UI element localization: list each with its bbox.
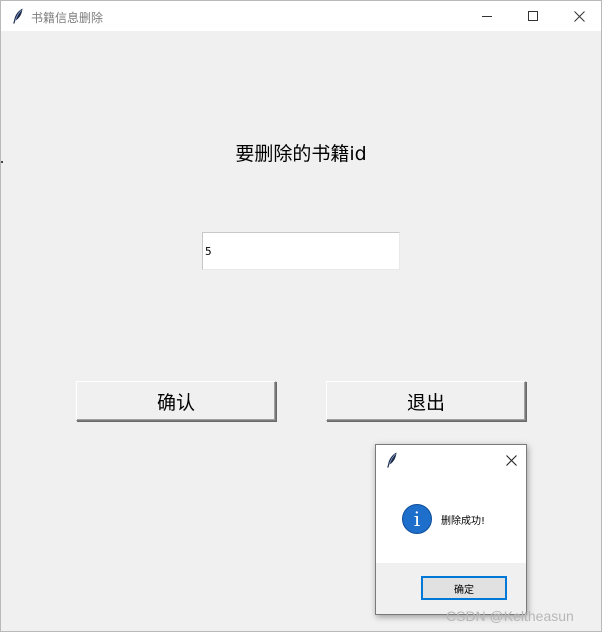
- exit-button[interactable]: 退出: [326, 381, 526, 421]
- form-heading: 要删除的书籍id: [235, 143, 367, 165]
- dialog-close-button[interactable]: [500, 449, 522, 471]
- watermark: CSDN @Keltheasun: [446, 608, 574, 624]
- dialog-body: i 删除成功!: [376, 473, 526, 563]
- maximize-button[interactable]: [510, 1, 556, 31]
- window-title: 书籍信息删除: [31, 11, 104, 25]
- ok-button[interactable]: 确定: [421, 576, 507, 600]
- close-icon: [505, 454, 517, 466]
- minimize-button[interactable]: [464, 1, 510, 31]
- title-bar[interactable]: 书籍信息删除: [1, 1, 601, 31]
- close-icon: [573, 10, 585, 22]
- feather-icon: [12, 8, 24, 24]
- info-icon: i: [402, 504, 432, 534]
- feather-icon: [386, 452, 398, 468]
- dialog-footer: 确定: [376, 563, 526, 614]
- message-dialog: i 删除成功! 确定: [375, 444, 527, 615]
- close-button[interactable]: [556, 1, 602, 31]
- confirm-button[interactable]: 确认: [76, 381, 276, 421]
- dialog-message: 删除成功!: [441, 516, 486, 527]
- dialog-title-bar[interactable]: [376, 445, 526, 473]
- book-id-input[interactable]: [202, 232, 400, 270]
